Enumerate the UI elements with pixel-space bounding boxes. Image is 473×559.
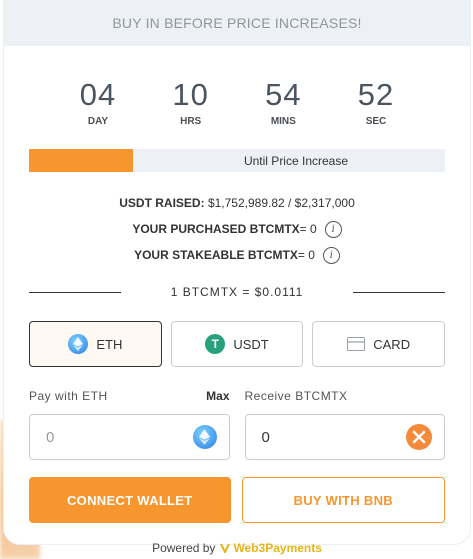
field-labels: Pay with ETH Max Receive BTCMTX [29, 389, 445, 403]
powered-by-text: Powered by [152, 541, 216, 555]
progress-label: Until Price Increase [243, 153, 349, 168]
countdown-value: 10 [172, 77, 209, 112]
usdt-raised-label: USDT RAISED: [119, 196, 205, 210]
countdown-label: SEC [365, 116, 387, 127]
amount-fields [29, 414, 445, 460]
tab-label: USDT [233, 336, 269, 352]
eth-icon [68, 334, 89, 354]
countdown-value: 52 [357, 77, 395, 112]
exchange-rate: 1 BTCMTX = $0.0111 [29, 282, 446, 302]
tab-card[interactable]: CARD [312, 321, 446, 367]
stakeable-label: YOUR STAKEABLE BTCMTX [134, 248, 298, 262]
countdown-seconds: 52 SEC [330, 77, 422, 127]
powered-by: Powered by Web3Payments [4, 541, 470, 555]
banner-text: BUY IN BEFORE PRICE INCREASES! [112, 15, 362, 31]
divider [29, 291, 121, 293]
eth-icon [192, 425, 217, 449]
presale-widget: BUY IN BEFORE PRICE INCREASES! 04 DAY 10… [4, 0, 470, 555]
stakeable-value: = 0 [297, 248, 315, 262]
payment-method-tabs: ETH T USDT CARD [29, 321, 446, 367]
divider [353, 291, 446, 293]
info-icon[interactable]: i [324, 220, 342, 238]
receive-field [244, 414, 445, 460]
tab-label: CARD [373, 336, 411, 352]
countdown-value: 04 [79, 77, 117, 112]
btcmtx-icon [406, 424, 432, 450]
countdown-label: HRS [180, 116, 202, 127]
pay-field [29, 414, 230, 460]
web3payments-link[interactable]: Web3Payments [220, 541, 322, 555]
price-progress-bar: Until Price Increase [29, 149, 445, 172]
countdown-label: DAY [87, 116, 109, 127]
purchased-row: YOUR PURCHASED BTCMTX= 0 i [4, 216, 470, 242]
rate-text: 1 BTCMTX = $0.0111 [170, 285, 304, 299]
actions: CONNECT WALLET BUY WITH BNB [29, 477, 445, 523]
brand-name: Web3Payments [233, 541, 322, 555]
usdt-raised-value: $1,752,989.82 / $2,317,000 [207, 196, 355, 210]
usdt-raised-row: USDT RAISED: $1,752,989.82 / $2,317,000 [4, 190, 470, 216]
tab-usdt[interactable]: T USDT [170, 321, 304, 367]
pay-amount-input[interactable] [44, 427, 148, 447]
countdown-label: MINS [270, 116, 296, 127]
receive-amount-input[interactable] [259, 427, 364, 447]
buy-with-bnb-button[interactable]: BUY WITH BNB [241, 477, 445, 523]
pay-field-label: Pay with ETH [29, 389, 108, 403]
card-icon [347, 337, 366, 351]
purchased-value: = 0 [299, 222, 317, 236]
countdown-value: 54 [265, 77, 302, 112]
web3payments-icon [220, 543, 231, 553]
countdown-hours: 10 HRS [145, 77, 237, 127]
connect-wallet-button[interactable]: CONNECT WALLET [29, 477, 231, 523]
countdown: 04 DAY 10 HRS 54 MINS 52 SEC [4, 77, 470, 127]
countdown-days: 04 DAY [52, 77, 144, 127]
receive-field-label: Receive BTCMTX [244, 389, 348, 403]
countdown-minutes: 54 MINS [237, 77, 329, 127]
tab-label: ETH [96, 336, 123, 352]
tab-eth[interactable]: ETH [29, 321, 162, 367]
usdt-icon: T [205, 334, 226, 354]
banner: BUY IN BEFORE PRICE INCREASES! [4, 0, 470, 46]
stats: USDT RAISED: $1,752,989.82 / $2,317,000 … [4, 190, 470, 268]
progress-fill [29, 149, 133, 172]
purchased-label: YOUR PURCHASED BTCMTX [132, 222, 300, 236]
max-button[interactable]: Max [206, 389, 229, 403]
info-icon[interactable]: i [322, 246, 340, 264]
stakeable-row: YOUR STAKEABLE BTCMTX= 0 i [4, 242, 470, 268]
